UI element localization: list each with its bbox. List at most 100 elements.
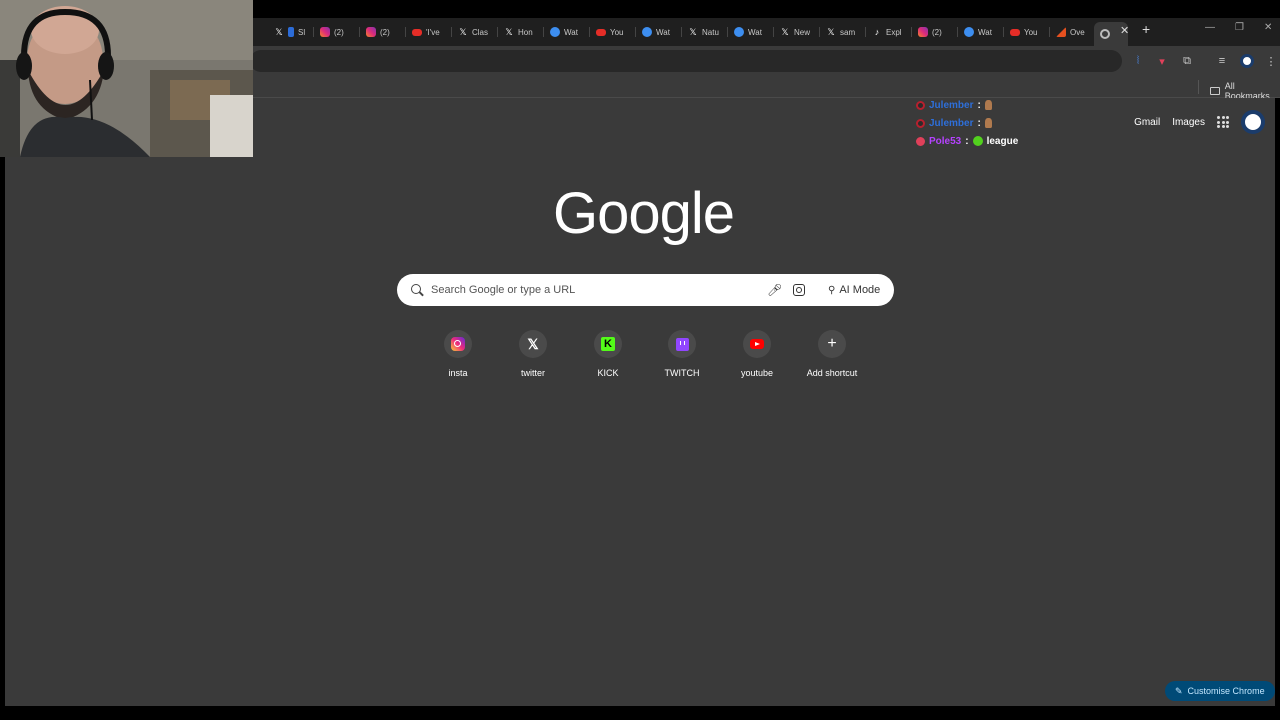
shortcut-twitch[interactable]: TWITCH [647,330,717,378]
add-shortcut-button[interactable]: + Add shortcut [797,330,867,378]
tiktok-icon: ♪ [874,27,880,37]
lens-icon[interactable] [793,284,805,296]
youtube-icon [1010,28,1020,36]
address-bar[interactable] [250,50,1122,72]
ai-icon [964,27,974,37]
ai-icon [734,27,744,37]
tab[interactable]: 𝕏 Clas [452,22,498,42]
chat-username: Julember [929,117,974,129]
apps-grid-icon[interactable] [1217,116,1229,128]
tab[interactable]: Ove [1050,22,1096,42]
shortcut-kick[interactable]: K KICK [573,330,643,378]
shortcut-label: Add shortcut [806,368,858,378]
chat-message: Pole53 : league [916,132,1018,150]
shortcut-youtube[interactable]: youtube [722,330,792,378]
tab-title: (2) [334,27,344,37]
tab[interactable]: 𝕏 New [774,22,820,42]
media-icon[interactable]: ⦚ [1130,53,1146,69]
webcam-feed [0,0,253,157]
pencil-icon: ✎ [1175,685,1183,696]
x-icon: 𝕏 [527,335,539,352]
youtube-icon [596,28,606,36]
tab[interactable]: (2) [314,22,360,42]
x-icon: 𝕏 [275,26,283,37]
close-window-icon[interactable]: ✕ [1264,22,1272,33]
tab-title: Ove [1070,27,1085,37]
shortcut-label: youtube [740,368,774,378]
puzzle-icon[interactable]: ⧉ [1179,53,1195,69]
tab[interactable]: (2) [912,22,958,42]
tab-title: Clas [472,27,489,37]
tab-title: Wat [656,27,670,37]
tab-title: 'I've [426,27,440,37]
shortcut-insta[interactable]: insta [423,330,493,378]
account-avatar[interactable] [1241,110,1265,134]
tab[interactable]: Wat [958,22,1004,42]
webcam-overlay [0,0,253,157]
tab-title: Wat [978,27,992,37]
shortcuts: insta 𝕏 twitter K KICK TWITCH youtube + … [5,330,1275,390]
tab[interactable]: Wat [544,22,590,42]
tab[interactable]: (2) [360,22,406,42]
customise-label: Customise Chrome [1187,686,1265,696]
ai-mode-button[interactable]: ⚲ AI Mode [821,279,887,301]
tab-title: You [610,27,624,37]
tab[interactable]: You [590,22,636,42]
badge-icon [916,118,925,128]
bottom-strip [0,706,1280,720]
tab-title: New [794,27,811,37]
x-icon: 𝕏 [505,26,513,37]
tab[interactable]: Wat [636,22,682,42]
close-tab-icon[interactable]: ✕ [1120,24,1129,37]
tab-title: Natu [702,27,719,37]
extension-icon[interactable]: ▾ [1154,53,1170,69]
instagram-icon [366,27,376,37]
emote-icon [972,136,983,146]
menu-icon[interactable]: ⋮ [1263,53,1279,69]
gmail-link[interactable]: Gmail [1134,117,1160,128]
images-link[interactable]: Images [1172,117,1205,128]
tab[interactable]: ♪ Expl [866,22,912,42]
instagram-icon [320,27,330,37]
tab[interactable]: 𝕏 Hon [498,22,544,42]
kick-icon: K [601,337,615,351]
top-links: Gmail Images [1134,110,1265,134]
ai-icon [550,27,560,37]
tab[interactable]: Wat [728,22,774,42]
chat-username: Julember [929,99,974,111]
tab-title: (2) [932,27,942,37]
search-box[interactable]: 🎤︎ ⚲ AI Mode [397,274,894,306]
tab[interactable]: 𝕏 Sl [268,22,314,42]
new-tab-button[interactable]: + [1142,21,1150,37]
ai-icon [642,27,652,37]
screen: 𝕏 Sl (2) (2) 'I've 𝕏 Clas 𝕏 Hon Wat You Wat… [0,0,1280,720]
tab[interactable]: 'I've [406,22,452,42]
tab[interactable]: 𝕏sam [820,22,866,42]
customise-chrome-button[interactable]: ✎ Customise Chrome [1165,681,1275,701]
search-icon [411,284,421,294]
media-queue-icon[interactable]: ≡ [1214,53,1230,69]
new-tab-page: Gmail Images Google 🎤︎ ⚲ AI Mode insta 𝕏 [5,98,1275,706]
minimize-icon[interactable]: — [1205,22,1215,33]
search-input[interactable] [431,274,751,306]
stream-chat-overlay: Julember : Julember : Pole53 : league [916,96,1018,150]
x-icon: 𝕏 [781,26,789,37]
plus-icon: + [827,335,837,352]
tab-title: Hon [518,27,533,37]
tab[interactable]: 𝕏 Natu [682,22,728,42]
tab-title: Wat [564,27,578,37]
instagram-icon [918,27,928,37]
microphone-icon[interactable]: 🎤︎ [767,283,782,297]
shortcut-label: insta [448,368,468,378]
chat-username: Pole53 [929,135,962,147]
restore-icon[interactable]: ❐ [1235,22,1244,33]
emote-icon [984,118,992,128]
badge-icon [916,136,925,146]
x-icon: 𝕏 [689,26,697,37]
shortcut-twitter[interactable]: 𝕏 twitter [498,330,568,378]
profile-avatar-icon[interactable] [1240,54,1254,68]
tab[interactable]: You [1004,22,1050,42]
chrome-icon [1100,29,1110,39]
chat-message: Julember : [916,114,1018,132]
tab-title: Sl [298,27,306,37]
